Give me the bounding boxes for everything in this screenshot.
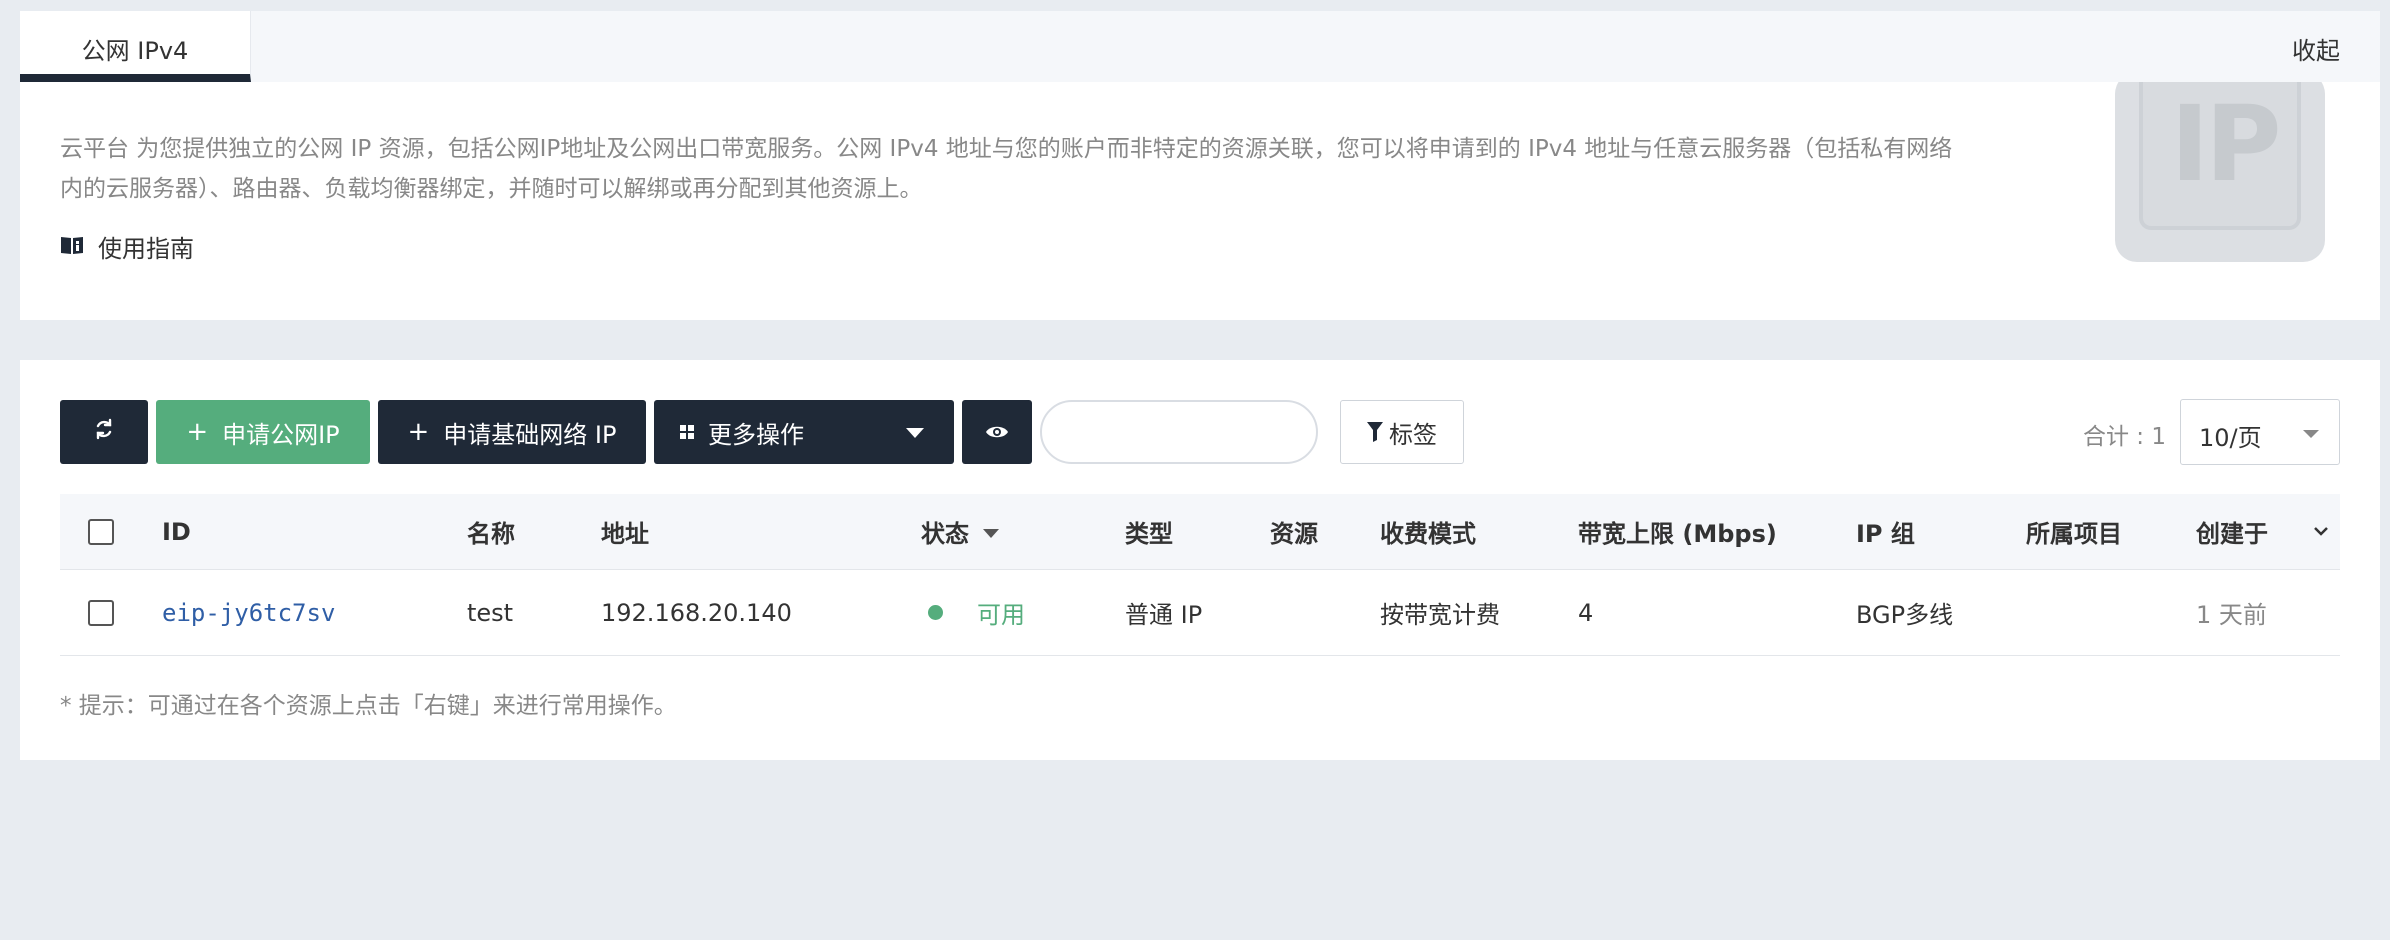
- more-actions-label: 更多操作: [708, 420, 804, 449]
- column-header-type[interactable]: 类型: [1125, 494, 1173, 569]
- intro-description: 云平台 为您提供独立的公网 IP 资源，包括公网IP地址及公网出口带宽服务。公网…: [60, 136, 1953, 202]
- column-header-resource[interactable]: 资源: [1270, 494, 1318, 569]
- usage-guide-label: 使用指南: [98, 235, 194, 263]
- table-header: ID 名称 地址 状态 类型 资源 收费模式 带宽上限 (Mbps) IP 组 …: [60, 494, 2340, 570]
- chevron-down-icon[interactable]: [2312, 522, 2330, 544]
- apply-public-ip-button[interactable]: + 申请公网IP: [156, 400, 370, 464]
- tag-filter-button[interactable]: 标签: [1340, 400, 1464, 464]
- row-name: test: [467, 598, 514, 627]
- intro-panel: 云平台 为您提供独立的公网 IP 资源，包括公网IP地址及公网出口带宽服务。公网…: [20, 82, 2380, 320]
- usage-guide-link[interactable]: 使用指南: [60, 229, 194, 264]
- tag-filter-label: 标签: [1389, 420, 1437, 449]
- row-status-label: 可用: [977, 601, 1025, 629]
- collapse-link[interactable]: 收起: [2292, 31, 2340, 66]
- page-size-select[interactable]: 10/页: [2180, 399, 2340, 465]
- row-status: 可用: [928, 570, 1025, 655]
- search-input[interactable]: [1040, 400, 1318, 464]
- row-checkbox[interactable]: [88, 599, 114, 626]
- page-size-value: 10/页: [2199, 424, 2262, 452]
- grid-icon: [680, 425, 694, 439]
- caret-down-icon: [983, 529, 999, 538]
- select-all-checkbox[interactable]: [88, 518, 114, 545]
- caret-down-icon: [2303, 430, 2319, 438]
- column-header-bandwidth[interactable]: 带宽上限 (Mbps): [1578, 494, 1777, 569]
- eip-list-panel: + 申请公网IP + 申请基础网络 IP 更多操作 标签 合计: 1 10/页…: [20, 360, 2380, 760]
- apply-public-ip-label: 申请公网IP: [222, 420, 340, 449]
- column-header-ip-group[interactable]: IP 组: [1856, 494, 1915, 569]
- table-row[interactable]: eip-jy6tc7sv test 192.168.20.140 可用 普通 I…: [60, 570, 2340, 656]
- refresh-button[interactable]: [60, 400, 148, 464]
- column-header-project[interactable]: 所属项目: [2026, 494, 2122, 569]
- book-icon: [60, 235, 84, 259]
- column-header-id[interactable]: ID: [162, 494, 191, 569]
- tab-bar: 公网 IPv4 收起: [20, 11, 2380, 82]
- row-ip-group: BGP多线: [1856, 601, 1954, 629]
- total-count: 合计 : 1: [2083, 424, 2167, 450]
- tab-public-ipv4[interactable]: 公网 IPv4: [20, 11, 251, 82]
- caret-down-icon: [906, 428, 924, 438]
- column-header-address[interactable]: 地址: [601, 494, 649, 569]
- column-visibility-button[interactable]: [962, 400, 1032, 464]
- filter-icon: [1367, 422, 1383, 442]
- column-header-status-label: 状态: [921, 520, 969, 548]
- column-header-status[interactable]: 状态: [921, 494, 999, 569]
- ip-illustration: IP: [2115, 82, 2325, 262]
- row-created: 1 天前: [2196, 601, 2267, 629]
- column-header-created[interactable]: 创建于: [2196, 494, 2268, 569]
- apply-basic-ip-button[interactable]: + 申请基础网络 IP: [378, 400, 646, 464]
- status-dot-icon: [928, 605, 943, 620]
- plus-icon: +: [407, 417, 430, 447]
- tab-label: 公网 IPv4: [81, 37, 189, 65]
- column-header-name[interactable]: 名称: [467, 494, 515, 569]
- more-actions-dropdown[interactable]: 更多操作: [654, 400, 954, 464]
- refresh-icon: [92, 417, 116, 447]
- plus-icon: +: [186, 417, 209, 447]
- row-address: 192.168.20.140: [601, 598, 792, 627]
- row-billing: 按带宽计费: [1380, 601, 1500, 629]
- ip-illustration-text: IP: [2170, 83, 2282, 205]
- column-header-billing[interactable]: 收费模式: [1380, 494, 1476, 569]
- row-type: 普通 IP: [1125, 601, 1203, 629]
- usage-hint: * 提示：可通过在各个资源上点击「右键」来进行常用操作。: [60, 693, 677, 719]
- row-bandwidth: 4: [1578, 598, 1594, 627]
- apply-basic-ip-label: 申请基础网络 IP: [443, 420, 617, 449]
- eye-icon: [985, 418, 1009, 446]
- eip-id-link[interactable]: eip-jy6tc7sv: [162, 599, 335, 627]
